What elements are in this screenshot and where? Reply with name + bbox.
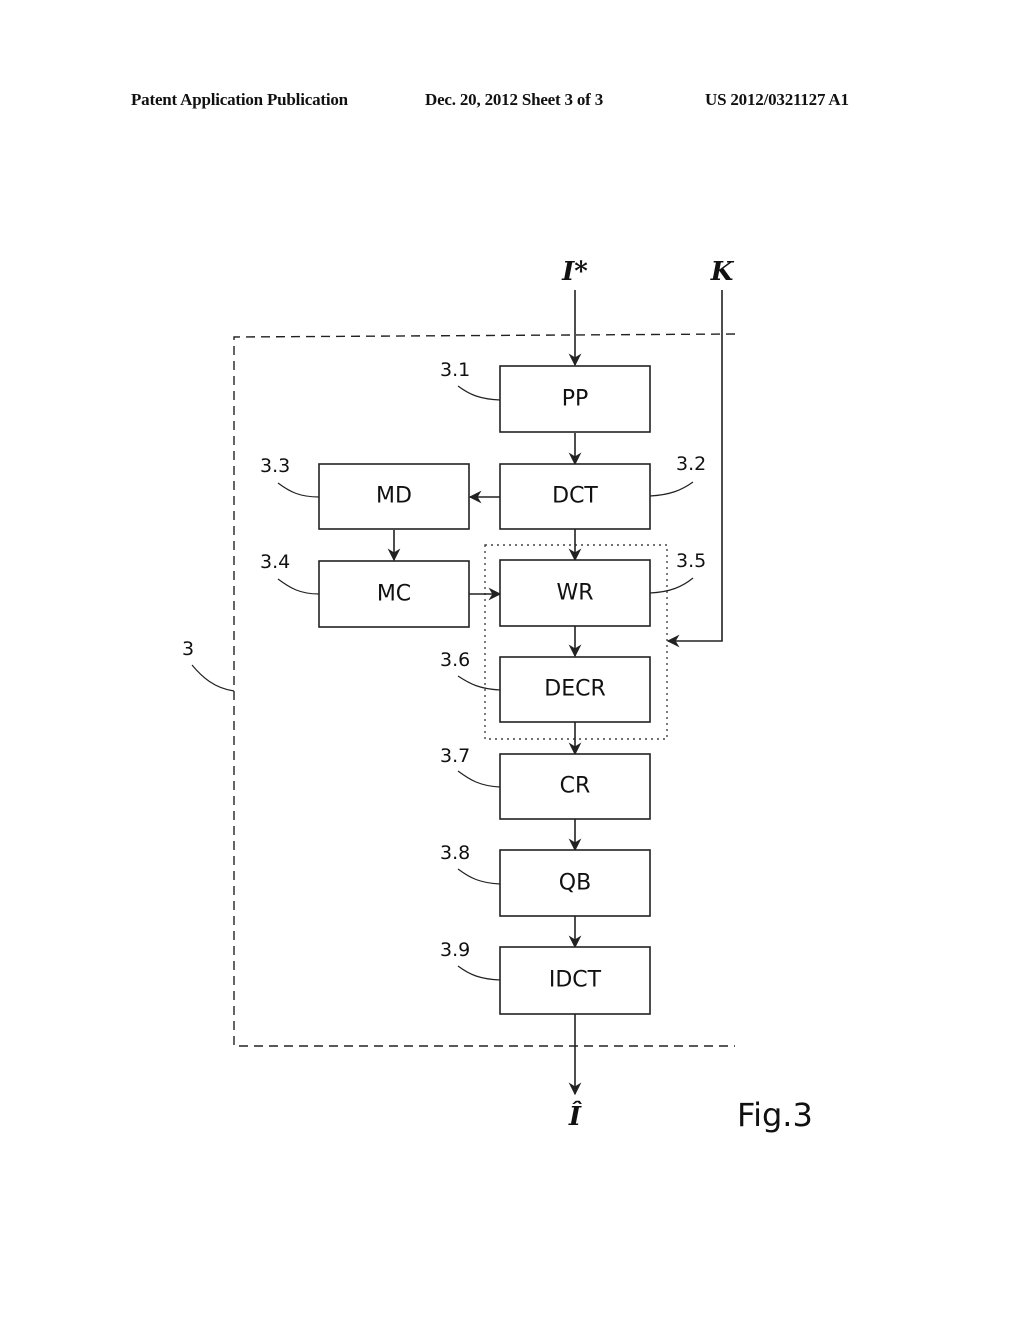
block-md: MD: [318, 463, 470, 530]
leader-3-8: [457, 868, 501, 885]
block-mc-label: MC: [377, 582, 411, 607]
ref-3-2: 3.2: [676, 453, 706, 475]
block-dct: DCT: [499, 463, 651, 530]
ref-system-3: 3: [182, 638, 194, 660]
ref-3-9: 3.9: [440, 939, 470, 961]
leader-3-5: [649, 577, 694, 594]
leader-3-7: [457, 770, 501, 788]
block-idct: IDCT: [499, 946, 651, 1015]
block-wr: WR: [499, 559, 651, 627]
input-key-label: K: [710, 257, 735, 287]
input-image-label: I*: [561, 257, 588, 287]
block-mc: MC: [318, 560, 470, 628]
block-md-label: MD: [376, 484, 412, 509]
ref-3-8: 3.8: [440, 842, 470, 864]
block-decr: DECR: [499, 656, 651, 723]
leader-3-3: [277, 482, 320, 498]
leader-3-4: [277, 578, 320, 595]
ref-3-3: 3.3: [260, 455, 290, 477]
ref-3-6: 3.6: [440, 649, 470, 671]
block-dct-label: DCT: [552, 484, 598, 509]
ref-3-5: 3.5: [676, 550, 706, 572]
leader-3-6: [457, 675, 501, 691]
block-decr-label: DECR: [544, 677, 606, 702]
leader-3-2: [649, 481, 694, 497]
block-cr-label: CR: [560, 774, 591, 799]
block-cr: CR: [499, 753, 651, 820]
block-diagram: I* K PP DCT MD MC WR DECR CR QB IDCT 3.1…: [182, 257, 813, 1134]
figure-label: Fig.3: [737, 1096, 813, 1134]
block-idct-label: IDCT: [549, 968, 602, 993]
block-qb: QB: [499, 849, 651, 917]
ref-3-1: 3.1: [440, 359, 470, 381]
ref-3-4: 3.4: [260, 551, 290, 573]
block-pp-label: PP: [562, 387, 589, 412]
block-pp: PP: [499, 365, 651, 433]
block-wr-label: WR: [556, 581, 593, 606]
block-qb-label: QB: [559, 871, 591, 896]
output-image-label: Î: [568, 1100, 582, 1132]
leader-system-3: [191, 664, 235, 692]
ref-3-7: 3.7: [440, 745, 470, 767]
leader-3-9: [457, 965, 501, 981]
leader-3-1: [457, 385, 501, 401]
